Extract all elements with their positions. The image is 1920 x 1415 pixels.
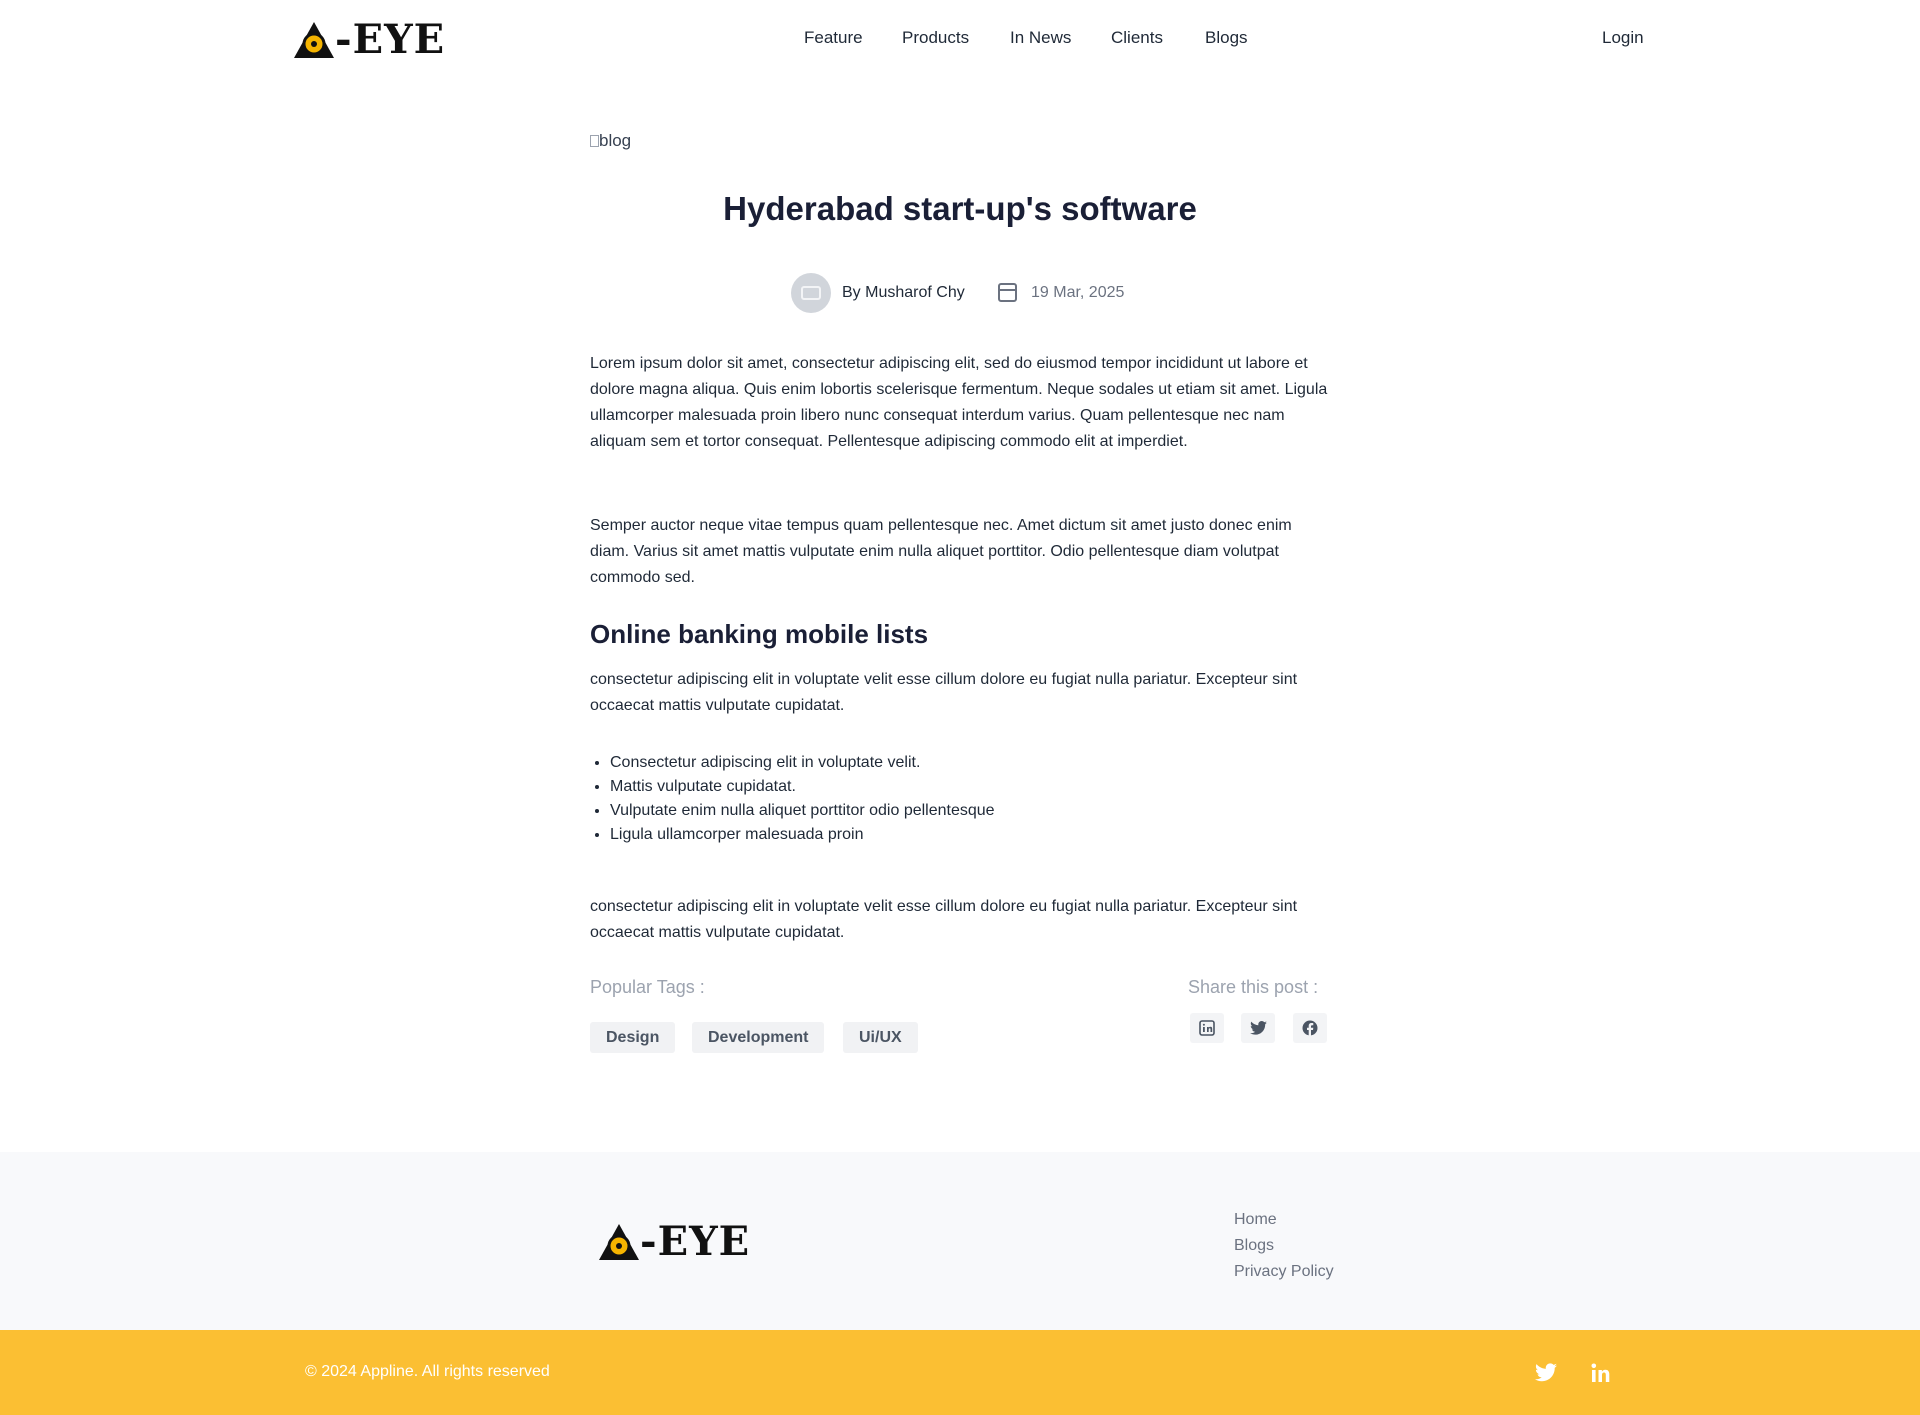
share-facebook-button[interactable] bbox=[1293, 1013, 1327, 1043]
facebook-icon bbox=[1302, 1020, 1318, 1036]
footer-twitter-link[interactable] bbox=[1535, 1363, 1557, 1387]
twitter-icon bbox=[1535, 1363, 1557, 1382]
logo-text: -EYE bbox=[640, 1218, 751, 1265]
article-meta: By Musharof Chy 19 Mar, 2025 bbox=[0, 273, 1920, 315]
article-paragraph: Lorem ipsum dolor sit amet, consectetur … bbox=[590, 355, 1328, 450]
login-link[interactable]: Login bbox=[1602, 28, 1644, 48]
nav-products[interactable]: Products bbox=[902, 28, 969, 48]
article-paragraph: consectetur adipiscing elit in voluptate… bbox=[590, 671, 1298, 714]
list-item: Vulputate enim nulla aliquet porttitor o… bbox=[610, 799, 1310, 823]
tag-design[interactable]: Design bbox=[590, 1022, 676, 1053]
list-item: Ligula ullamcorper malesuada proin bbox=[610, 823, 1310, 847]
twitter-icon bbox=[1249, 1021, 1267, 1035]
share-linkedin-button[interactable] bbox=[1190, 1013, 1224, 1043]
bullet-list: Consectetur adipiscing elit in voluptate… bbox=[610, 751, 1310, 847]
footer-links: Home Blogs Privacy Policy bbox=[1234, 1207, 1334, 1285]
article-paragraph: consectetur adipiscing elit in voluptate… bbox=[590, 898, 1298, 941]
nav-feature[interactable]: Feature bbox=[804, 28, 863, 48]
footer-link-privacy-policy[interactable]: Privacy Policy bbox=[1234, 1259, 1334, 1285]
linkedin-icon bbox=[1199, 1020, 1215, 1036]
nav-clients[interactable]: Clients bbox=[1111, 28, 1163, 48]
site-header: -EYE Feature Products In News Clients Bl… bbox=[0, 0, 1920, 82]
list-item: Consectetur adipiscing elit in voluptate… bbox=[610, 751, 1310, 775]
footer-bottom-bar: © 2024 Appline. All rights reserved bbox=[0, 1330, 1920, 1415]
footer-link-home[interactable]: Home bbox=[1234, 1207, 1334, 1233]
list-item: Mattis vulputate cupidatat. bbox=[610, 775, 1310, 799]
blog-image-alt: blog bbox=[599, 131, 632, 150]
section-heading: Online banking mobile lists bbox=[590, 619, 929, 649]
share-post-label: Share this post : bbox=[1188, 977, 1319, 997]
calendar-icon bbox=[998, 283, 1017, 302]
author-name[interactable]: By Musharof Chy bbox=[842, 284, 965, 302]
footer-logo[interactable]: -EYE bbox=[599, 1222, 750, 1262]
blog-image: blog bbox=[590, 131, 631, 151]
nav-in-news[interactable]: In News bbox=[1010, 28, 1071, 48]
linkedin-icon bbox=[1591, 1363, 1610, 1382]
image-placeholder-icon bbox=[801, 286, 821, 300]
publish-date: 19 Mar, 2025 bbox=[1031, 284, 1125, 301]
article-title: Hyderabad start-up's software bbox=[723, 190, 1197, 227]
tag-uiux[interactable]: Ui/UX bbox=[843, 1022, 918, 1053]
broken-image-icon bbox=[590, 135, 599, 147]
share-twitter-button[interactable] bbox=[1241, 1013, 1275, 1043]
popular-tags-label: Popular Tags : bbox=[590, 977, 705, 997]
article-paragraph: Semper auctor neque vitae tempus quam pe… bbox=[590, 517, 1292, 586]
author-avatar bbox=[791, 273, 831, 313]
footer-linkedin-link[interactable] bbox=[1591, 1363, 1613, 1388]
tag-development[interactable]: Development bbox=[692, 1022, 825, 1053]
copyright-text: © 2024 Appline. All rights reserved bbox=[305, 1363, 550, 1380]
footer-link-blogs[interactable]: Blogs bbox=[1234, 1233, 1334, 1259]
eye-logo-icon bbox=[599, 1224, 639, 1260]
site-footer: -EYE Home Blogs Privacy Policy bbox=[0, 1152, 1920, 1330]
nav-blogs[interactable]: Blogs bbox=[1205, 28, 1248, 48]
